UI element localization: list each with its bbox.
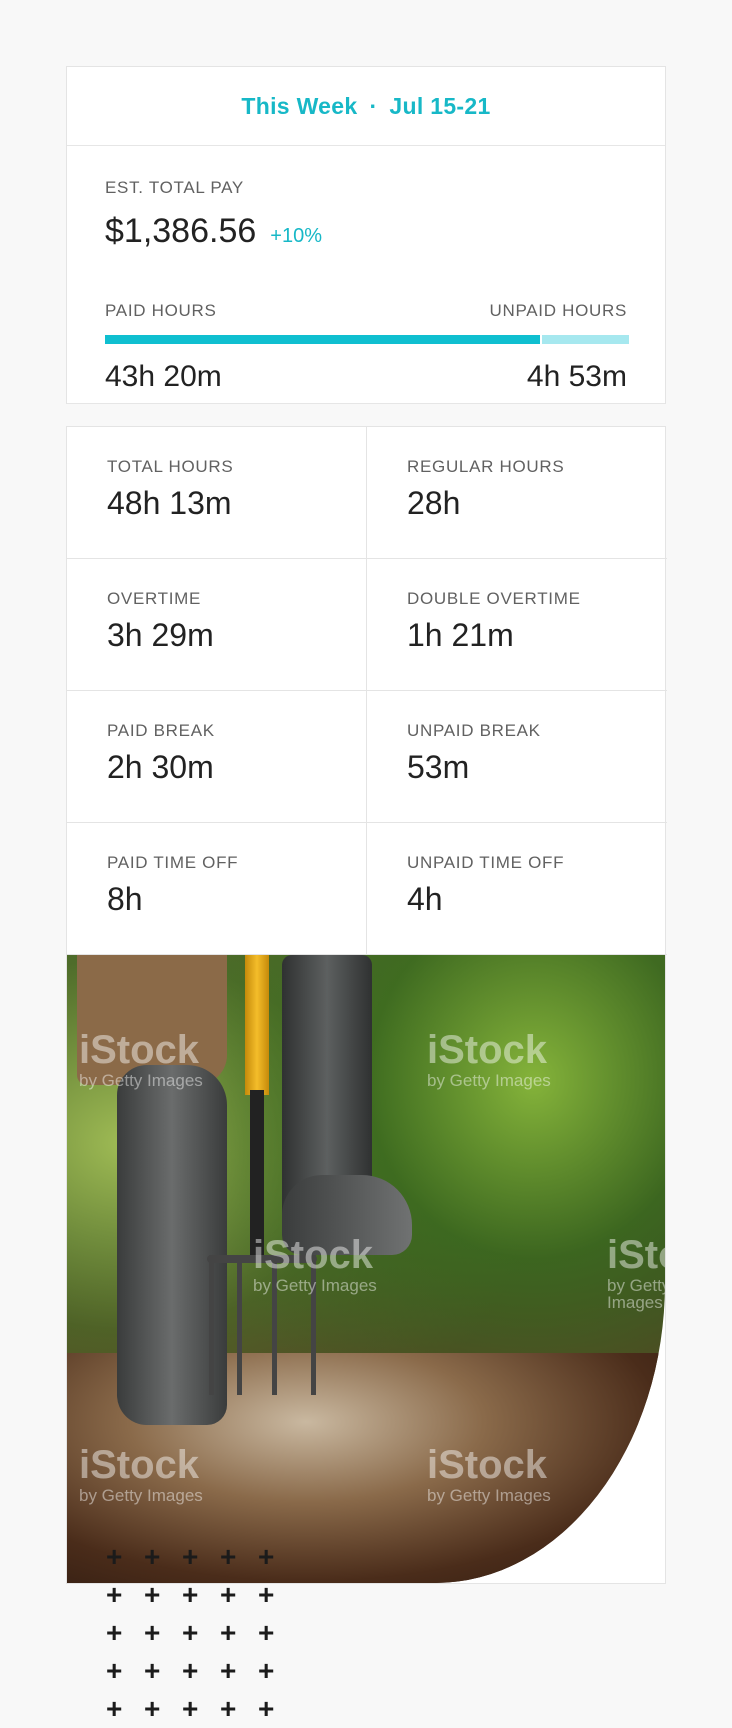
plus-icon: +: [220, 1655, 237, 1686]
plus-icon: +: [220, 1579, 237, 1610]
week-range: Jul 15-21: [389, 92, 491, 119]
stat-label: UNPAID TIME OFF: [407, 853, 565, 872]
plus-icon: +: [182, 1579, 199, 1610]
stat-value: 8h: [107, 881, 143, 917]
stat-unpaid-time-off: UNPAID TIME OFF 4h: [367, 823, 667, 955]
plus-icon: +: [258, 1655, 275, 1686]
week-separator: ·: [369, 92, 378, 119]
stat-label: PAID BREAK: [107, 721, 215, 740]
plus-icon: +: [144, 1693, 161, 1724]
stat-value: 4h: [407, 881, 443, 917]
plus-icon: +: [220, 1541, 237, 1572]
watermark: iStockby Getty Images: [427, 1028, 551, 1090]
pay-summary: EST. TOTAL PAY $1,386.56 +10% PAID HOURS…: [67, 146, 665, 404]
week-label: This Week: [241, 92, 358, 119]
stat-unpaid-break: UNPAID BREAK 53m: [367, 691, 667, 823]
paid-hours-label: PAID HOURS: [105, 301, 217, 320]
stat-regular-hours: REGULAR HOURS 28h: [367, 427, 667, 559]
plus-pattern-decoration: + + + + + + + + + + + + + + + + + + + + + + + + +: [106, 1538, 296, 1728]
stat-paid-time-off: PAID TIME OFF 8h: [67, 823, 367, 955]
stat-paid-break: PAID BREAK 2h 30m: [67, 691, 367, 823]
stat-label: TOTAL HOURS: [107, 457, 234, 476]
watermark: iStockby Getty Images: [427, 1443, 551, 1505]
stat-value: 28h: [407, 485, 461, 521]
total-pay-label: EST. TOTAL PAY: [105, 178, 244, 197]
photo-fork-tine: [237, 1255, 242, 1395]
plus-icon: +: [182, 1655, 199, 1686]
timesheet-summary-card: This Week · Jul 15-21 EST. TOTAL PAY $1,…: [66, 66, 667, 1584]
total-pay-amount: $1,386.56: [105, 212, 257, 250]
photo-fork-handle: [245, 955, 269, 1095]
stat-label: DOUBLE OVERTIME: [407, 589, 581, 608]
plus-icon: +: [144, 1655, 161, 1686]
plus-icon: +: [106, 1579, 123, 1610]
plus-icon: +: [220, 1693, 237, 1724]
unpaid-hours-value: 4h 53m: [526, 360, 627, 393]
plus-icon: +: [182, 1617, 199, 1648]
plus-icon: +: [106, 1655, 123, 1686]
paid-hours-bar: [105, 335, 540, 344]
pay-change-badge: +10%: [270, 225, 322, 247]
garden-photo: iStock by Getty Images iStock by Getty Ima…: [67, 955, 665, 1583]
stat-label: UNPAID BREAK: [407, 721, 541, 740]
plus-icon: +: [182, 1693, 199, 1724]
stat-value: 1h 21m: [407, 617, 514, 653]
plus-icon: +: [220, 1617, 237, 1648]
watermark: iStockby Getty Images: [607, 1233, 665, 1312]
plus-icon: +: [258, 1541, 275, 1572]
stat-double-overtime: DOUBLE OVERTIME 1h 21m: [367, 559, 667, 691]
plus-icon: +: [258, 1579, 275, 1610]
plus-icon: +: [144, 1541, 161, 1572]
section-divider: [66, 404, 666, 427]
stat-overtime: OVERTIME 3h 29m: [67, 559, 367, 691]
stat-value: 3h 29m: [107, 617, 214, 653]
week-selector[interactable]: This Week · Jul 15-21: [67, 67, 665, 146]
watermark: iStockby Getty Images: [79, 1443, 203, 1505]
plus-icon: +: [144, 1617, 161, 1648]
stat-value: 2h 30m: [107, 749, 214, 785]
plus-icon: +: [106, 1617, 123, 1648]
plus-icon: +: [106, 1693, 123, 1724]
plus-icon: +: [106, 1541, 123, 1572]
watermark: iStockby Getty Images: [79, 1028, 203, 1090]
stat-label: PAID TIME OFF: [107, 853, 239, 872]
stat-value: 53m: [407, 749, 470, 785]
plus-icon: +: [182, 1541, 199, 1572]
unpaid-hours-bar: [541, 335, 629, 344]
photo-fork-tine: [209, 1255, 214, 1395]
plus-icon: +: [258, 1617, 275, 1648]
stat-value: 48h 13m: [107, 485, 232, 521]
plus-icon: +: [144, 1579, 161, 1610]
plus-icon: +: [258, 1693, 275, 1724]
watermark: iStockby Getty Images: [253, 1233, 377, 1295]
unpaid-hours-label: UNPAID HOURS: [489, 301, 627, 320]
stat-label: REGULAR HOURS: [407, 457, 565, 476]
hours-breakdown-grid: TOTAL HOURS 48h 13m REGULAR HOURS 28h OV…: [67, 427, 667, 955]
stat-total-hours: TOTAL HOURS 48h 13m: [67, 427, 367, 559]
hours-progress-bar: [105, 335, 629, 344]
stat-label: OVERTIME: [107, 589, 202, 608]
paid-hours-value: 43h 20m: [105, 360, 222, 393]
